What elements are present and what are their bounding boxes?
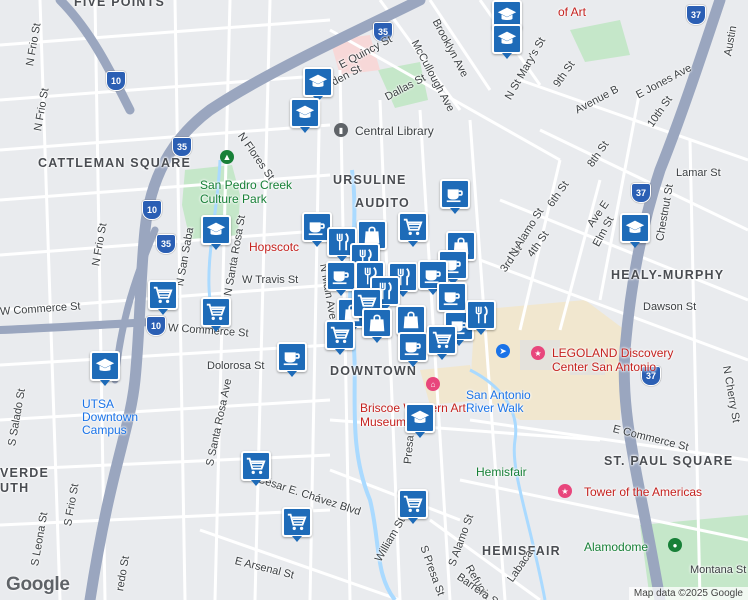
park-icon: ▲ <box>220 150 234 164</box>
school-icon <box>307 71 329 93</box>
google-logo: Google <box>6 574 70 595</box>
marker-cart-3[interactable] <box>201 297 231 332</box>
cart-icon <box>329 324 351 346</box>
interstate-35-shield-south: 35 <box>156 234 176 254</box>
landmark-icon: ➤ <box>496 344 510 358</box>
school-icon <box>409 407 431 429</box>
marker-cafe-4[interactable] <box>326 261 356 296</box>
marker-cart-9[interactable] <box>398 489 428 524</box>
interstate-10-shield-mid: 10 <box>142 200 162 220</box>
interstate-35-shield-mid: 35 <box>172 137 192 157</box>
cart-icon <box>152 284 174 306</box>
marker-fork-6[interactable] <box>466 300 496 335</box>
stadium-icon: ● <box>668 538 682 552</box>
museum-icon: ⌂ <box>426 377 440 391</box>
marker-cafe-6[interactable] <box>437 282 467 317</box>
marker-school-2[interactable] <box>492 24 522 59</box>
marker-cart-1[interactable] <box>398 212 428 247</box>
cup-icon <box>402 336 424 358</box>
cart-icon <box>431 329 453 351</box>
tower-icon: ★ <box>558 484 572 498</box>
marker-school-7[interactable] <box>620 213 650 248</box>
marker-cart-8[interactable] <box>282 507 312 542</box>
map-attribution[interactable]: Map data ©2025 Google <box>628 587 748 600</box>
school-icon <box>94 355 116 377</box>
marker-cafe-8[interactable] <box>398 332 428 367</box>
interstate-37-shield-north: 37 <box>686 5 706 25</box>
school-icon <box>624 217 646 239</box>
cup-icon <box>281 346 303 368</box>
school-icon <box>496 28 518 50</box>
school-icon <box>294 102 316 124</box>
marker-cart-6[interactable] <box>427 325 457 360</box>
cart-icon <box>402 493 424 515</box>
cup-icon <box>441 286 463 308</box>
cart-icon <box>245 455 267 477</box>
marker-cart-2[interactable] <box>148 280 178 315</box>
marker-school-4[interactable] <box>290 98 320 133</box>
marker-school-5[interactable] <box>201 215 231 250</box>
cup-icon <box>330 265 352 287</box>
interstate-37-shield-south: 37 <box>641 366 661 386</box>
marker-school-3[interactable] <box>303 67 333 102</box>
marker-school-8[interactable] <box>405 403 435 438</box>
interstate-10-shield-south: 10 <box>146 316 166 336</box>
school-icon <box>496 4 518 26</box>
cart-icon <box>205 301 227 323</box>
marker-cart-7[interactable] <box>241 451 271 486</box>
cart-icon <box>286 511 308 533</box>
interstate-35-shield-north: 35 <box>373 22 393 42</box>
marker-bag-4[interactable] <box>362 308 392 343</box>
library-icon: ▮ <box>334 123 348 137</box>
marker-bag-5[interactable] <box>396 305 426 340</box>
fork-icon <box>470 304 492 326</box>
marker-cafe-9[interactable] <box>277 342 307 377</box>
attraction-icon: ★ <box>531 346 545 360</box>
marker-school-6[interactable] <box>90 351 120 386</box>
interstate-37-shield-mid: 37 <box>631 183 651 203</box>
bag-icon <box>366 312 388 334</box>
cup-icon <box>444 183 466 205</box>
marker-cafe-1[interactable] <box>440 179 470 214</box>
interstate-10-shield-north: 10 <box>106 71 126 91</box>
cart-icon <box>402 216 424 238</box>
marker-cart-5[interactable] <box>325 320 355 355</box>
map-view[interactable]: 35 10 35 10 35 10 37 37 37 FIVE POINTS C… <box>0 0 748 600</box>
school-icon <box>205 219 227 241</box>
cup-icon <box>306 216 328 238</box>
bag-icon <box>400 309 422 331</box>
